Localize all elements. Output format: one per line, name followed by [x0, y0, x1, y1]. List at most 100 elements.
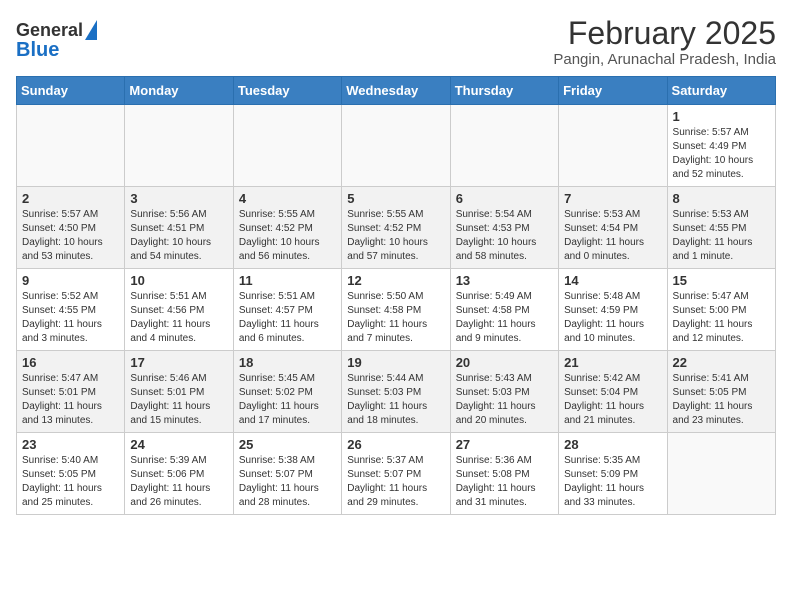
- day-info: Sunrise: 5:45 AM Sunset: 5:02 PM Dayligh…: [239, 372, 336, 428]
- calendar-cell: 13 Sunrise: 5:49 AM Sunset: 4:58 PM Dayli…: [450, 269, 558, 351]
- day-number: 16: [22, 355, 119, 370]
- calendar-cell: 11Sunrise: 5:51 AM Sunset: 4:57 PM Dayli…: [233, 269, 341, 351]
- calendar-cell: 10Sunrise: 5:51 AM Sunset: 4:56 PM Dayli…: [125, 269, 233, 351]
- weekday-header-sunday: Sunday: [17, 77, 125, 105]
- weekday-header-monday: Monday: [125, 77, 233, 105]
- day-number: 28: [564, 437, 661, 452]
- day-number: 6: [456, 191, 553, 206]
- calendar-cell: 6 Sunrise: 5:54 AM Sunset: 4:53 PM Daylig…: [450, 187, 558, 269]
- week-row-2: 2 Sunrise: 5:57 AM Sunset: 4:50 PM Daylig…: [17, 187, 776, 269]
- day-info: Sunrise: 5:57 AM Sunset: 4:50 PM Dayligh…: [22, 208, 119, 264]
- week-row-4: 16Sunrise: 5:47 AM Sunset: 5:01 PM Dayli…: [17, 351, 776, 433]
- calendar-cell: [667, 433, 775, 515]
- calendar-cell: [17, 105, 125, 187]
- calendar-cell: 24 Sunrise: 5:39 AM Sunset: 5:06 PM Dayli…: [125, 433, 233, 515]
- day-number: 13: [456, 273, 553, 288]
- calendar-cell: 8Sunrise: 5:53 AM Sunset: 4:55 PM Daylig…: [667, 187, 775, 269]
- calendar-cell: [450, 105, 558, 187]
- day-number: 8: [673, 191, 770, 206]
- calendar-table: SundayMondayTuesdayWednesdayThursdayFrid…: [16, 76, 776, 515]
- calendar-cell: 28 Sunrise: 5:35 AM Sunset: 5:09 PM Dayli…: [559, 433, 667, 515]
- day-number: 24: [130, 437, 227, 452]
- calendar-cell: 19Sunrise: 5:44 AM Sunset: 5:03 PM Dayli…: [342, 351, 450, 433]
- weekday-header-row: SundayMondayTuesdayWednesdayThursdayFrid…: [17, 77, 776, 105]
- day-info: Sunrise: 5:55 AM Sunset: 4:52 PM Dayligh…: [239, 208, 336, 264]
- calendar-cell: [559, 105, 667, 187]
- day-number: 26: [347, 437, 444, 452]
- day-number: 9: [22, 273, 119, 288]
- day-number: 27: [456, 437, 553, 452]
- calendar-cell: [342, 105, 450, 187]
- week-row-5: 23 Sunrise: 5:40 AM Sunset: 5:05 PM Dayli…: [17, 433, 776, 515]
- day-number: 5: [347, 191, 444, 206]
- calendar-cell: 5 Sunrise: 5:55 AM Sunset: 4:52 PM Daylig…: [342, 187, 450, 269]
- day-info: Sunrise: 5:38 AM Sunset: 5:07 PM Dayligh…: [239, 454, 336, 510]
- weekday-header-thursday: Thursday: [450, 77, 558, 105]
- day-number: 14: [564, 273, 661, 288]
- calendar-cell: 21 Sunrise: 5:42 AM Sunset: 5:04 PM Dayli…: [559, 351, 667, 433]
- day-info: Sunrise: 5:55 AM Sunset: 4:52 PM Dayligh…: [347, 208, 444, 264]
- calendar-cell: 7 Sunrise: 5:53 AM Sunset: 4:54 PM Daylig…: [559, 187, 667, 269]
- calendar-cell: 4 Sunrise: 5:55 AM Sunset: 4:52 PM Daylig…: [233, 187, 341, 269]
- logo: General Blue: [16, 20, 97, 60]
- calendar-cell: 20Sunrise: 5:43 AM Sunset: 5:03 PM Dayli…: [450, 351, 558, 433]
- calendar-cell: 17 Sunrise: 5:46 AM Sunset: 5:01 PM Dayli…: [125, 351, 233, 433]
- day-number: 18: [239, 355, 336, 370]
- calendar-cell: 3 Sunrise: 5:56 AM Sunset: 4:51 PM Daylig…: [125, 187, 233, 269]
- day-number: 4: [239, 191, 336, 206]
- day-info: Sunrise: 5:52 AM Sunset: 4:55 PM Dayligh…: [22, 290, 119, 346]
- day-info: Sunrise: 5:54 AM Sunset: 4:53 PM Dayligh…: [456, 208, 553, 264]
- day-info: Sunrise: 5:57 AM Sunset: 4:49 PM Dayligh…: [673, 126, 770, 182]
- day-number: 23: [22, 437, 119, 452]
- day-number: 15: [673, 273, 770, 288]
- calendar-cell: 1 Sunrise: 5:57 AM Sunset: 4:49 PM Daylig…: [667, 105, 775, 187]
- day-number: 17: [130, 355, 227, 370]
- day-number: 22: [673, 355, 770, 370]
- day-number: 21: [564, 355, 661, 370]
- day-number: 7: [564, 191, 661, 206]
- day-info: Sunrise: 5:51 AM Sunset: 4:56 PM Dayligh…: [130, 290, 227, 346]
- calendar-cell: 12 Sunrise: 5:50 AM Sunset: 4:58 PM Dayli…: [342, 269, 450, 351]
- day-number: 3: [130, 191, 227, 206]
- day-number: 12: [347, 273, 444, 288]
- day-info: Sunrise: 5:53 AM Sunset: 4:54 PM Dayligh…: [564, 208, 661, 264]
- logo-blue: Blue: [16, 40, 59, 60]
- calendar-cell: 2 Sunrise: 5:57 AM Sunset: 4:50 PM Daylig…: [17, 187, 125, 269]
- calendar-cell: 23 Sunrise: 5:40 AM Sunset: 5:05 PM Dayli…: [17, 433, 125, 515]
- title-block: February 2025 Pangin, Arunachal Pradesh,…: [553, 16, 776, 68]
- day-info: Sunrise: 5:46 AM Sunset: 5:01 PM Dayligh…: [130, 372, 227, 428]
- calendar-cell: 18 Sunrise: 5:45 AM Sunset: 5:02 PM Dayli…: [233, 351, 341, 433]
- day-number: 11: [239, 273, 336, 288]
- calendar-cell: 25 Sunrise: 5:38 AM Sunset: 5:07 PM Dayli…: [233, 433, 341, 515]
- calendar-cell: 9 Sunrise: 5:52 AM Sunset: 4:55 PM Daylig…: [17, 269, 125, 351]
- day-info: Sunrise: 5:50 AM Sunset: 4:58 PM Dayligh…: [347, 290, 444, 346]
- calendar-subtitle: Pangin, Arunachal Pradesh, India: [553, 51, 776, 68]
- day-info: Sunrise: 5:47 AM Sunset: 5:00 PM Dayligh…: [673, 290, 770, 346]
- day-number: 19: [347, 355, 444, 370]
- weekday-header-tuesday: Tuesday: [233, 77, 341, 105]
- week-row-1: 1 Sunrise: 5:57 AM Sunset: 4:49 PM Daylig…: [17, 105, 776, 187]
- calendar-cell: [125, 105, 233, 187]
- calendar-cell: 14 Sunrise: 5:48 AM Sunset: 4:59 PM Dayli…: [559, 269, 667, 351]
- day-info: Sunrise: 5:39 AM Sunset: 5:06 PM Dayligh…: [130, 454, 227, 510]
- calendar-cell: [233, 105, 341, 187]
- calendar-title: February 2025: [553, 16, 776, 51]
- weekday-header-wednesday: Wednesday: [342, 77, 450, 105]
- day-info: Sunrise: 5:40 AM Sunset: 5:05 PM Dayligh…: [22, 454, 119, 510]
- day-info: Sunrise: 5:36 AM Sunset: 5:08 PM Dayligh…: [456, 454, 553, 510]
- weekday-header-saturday: Saturday: [667, 77, 775, 105]
- day-info: Sunrise: 5:42 AM Sunset: 5:04 PM Dayligh…: [564, 372, 661, 428]
- day-info: Sunrise: 5:37 AM Sunset: 5:07 PM Dayligh…: [347, 454, 444, 510]
- calendar-cell: 16Sunrise: 5:47 AM Sunset: 5:01 PM Dayli…: [17, 351, 125, 433]
- day-number: 1: [673, 109, 770, 124]
- day-number: 25: [239, 437, 336, 452]
- day-info: Sunrise: 5:49 AM Sunset: 4:58 PM Dayligh…: [456, 290, 553, 346]
- day-info: Sunrise: 5:35 AM Sunset: 5:09 PM Dayligh…: [564, 454, 661, 510]
- day-info: Sunrise: 5:48 AM Sunset: 4:59 PM Dayligh…: [564, 290, 661, 346]
- day-info: Sunrise: 5:56 AM Sunset: 4:51 PM Dayligh…: [130, 208, 227, 264]
- day-number: 2: [22, 191, 119, 206]
- calendar-cell: 26 Sunrise: 5:37 AM Sunset: 5:07 PM Dayli…: [342, 433, 450, 515]
- day-info: Sunrise: 5:43 AM Sunset: 5:03 PM Dayligh…: [456, 372, 553, 428]
- logo-triangle-icon: [85, 20, 97, 40]
- calendar-cell: 15 Sunrise: 5:47 AM Sunset: 5:00 PM Dayli…: [667, 269, 775, 351]
